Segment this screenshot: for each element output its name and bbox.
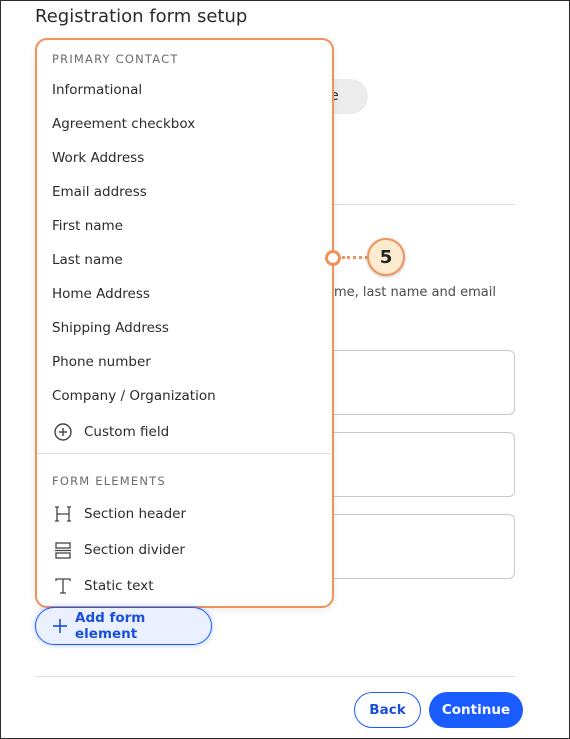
callout-number-badge: 5 <box>367 238 405 276</box>
menu-item-shipping-address[interactable]: Shipping Address <box>52 316 169 340</box>
static-text-label: Static text <box>84 578 154 594</box>
add-form-element-button[interactable]: Add form element <box>35 607 212 645</box>
callout-connector <box>342 256 368 259</box>
menu-item-informational[interactable]: Informational <box>52 78 142 102</box>
back-button[interactable]: Back <box>354 692 421 728</box>
menu-item-first-name[interactable]: First name <box>52 214 123 238</box>
footer-divider-line <box>35 676 515 677</box>
add-form-element-label: Add form element <box>75 610 146 642</box>
section-divider-label: Section divider <box>84 542 185 558</box>
plus-icon <box>51 617 69 635</box>
page-title: Registration form setup <box>35 6 248 27</box>
menu-item-agreement-checkbox[interactable]: Agreement checkbox <box>52 112 195 136</box>
group-title-form-elements: FORM ELEMENTS <box>52 474 166 488</box>
heading-icon <box>52 503 74 525</box>
menu-item-email-address[interactable]: Email address <box>52 180 147 204</box>
menu-separator <box>37 453 331 454</box>
callout-anchor-dot <box>325 250 341 266</box>
menu-item-last-name[interactable]: Last name <box>52 248 123 272</box>
menu-item-home-address[interactable]: Home Address <box>52 282 150 306</box>
menu-item-static-text[interactable]: Static text <box>52 574 154 598</box>
helper-text: me, last name and email <box>334 285 496 300</box>
divider-icon <box>52 539 74 561</box>
menu-item-company-organization[interactable]: Company / Organization <box>52 384 216 408</box>
menu-item-work-address[interactable]: Work Address <box>52 146 144 170</box>
add-element-dropdown: PRIMARY CONTACT Informational Agreement … <box>35 38 334 608</box>
continue-button[interactable]: Continue <box>429 692 523 728</box>
menu-item-section-header[interactable]: Section header <box>52 502 186 526</box>
group-title-primary-contact: PRIMARY CONTACT <box>52 52 179 66</box>
menu-item-section-divider[interactable]: Section divider <box>52 538 185 562</box>
plus-circle-icon <box>52 421 74 443</box>
menu-item-phone-number[interactable]: Phone number <box>52 350 151 374</box>
section-divider-line <box>334 204 515 205</box>
custom-field-label: Custom field <box>84 424 170 440</box>
menu-item-custom-field[interactable]: Custom field <box>52 420 169 444</box>
section-header-label: Section header <box>84 506 187 522</box>
text-icon <box>52 575 74 597</box>
